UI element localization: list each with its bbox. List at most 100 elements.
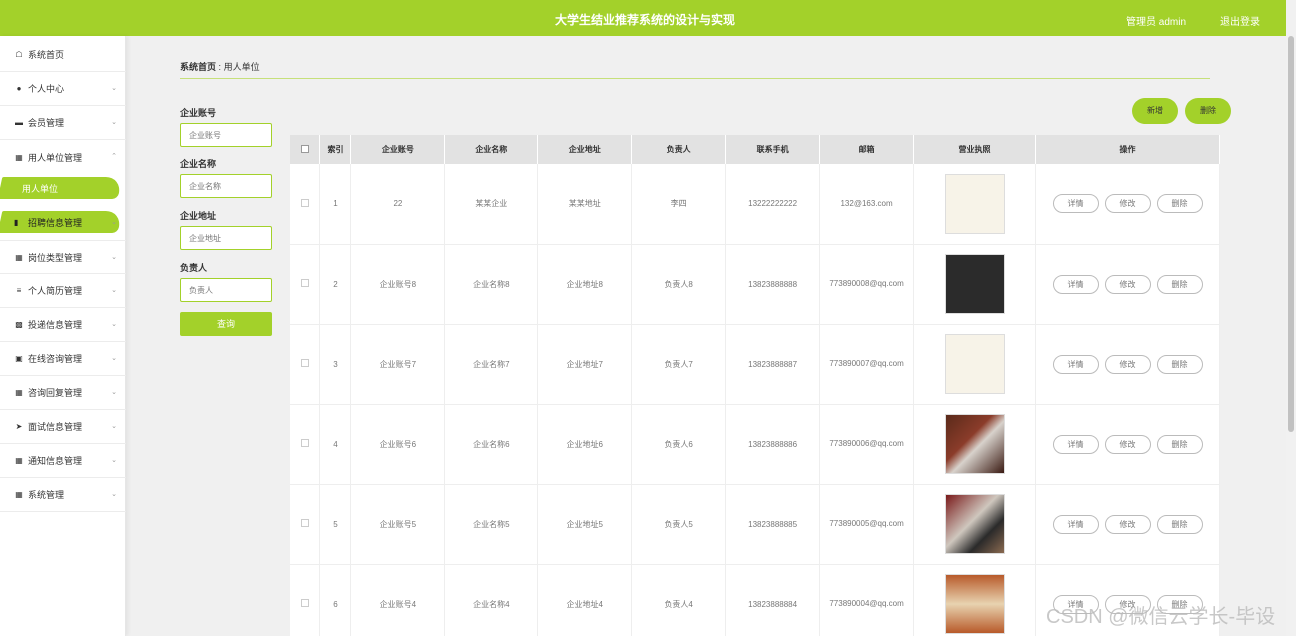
sidebar-item-label: 招聘信息管理 <box>28 217 83 228</box>
manager-input[interactable] <box>180 278 272 302</box>
cell-address: 某某地址 <box>537 164 633 245</box>
license-image[interactable] <box>944 173 1005 234</box>
detail-button[interactable]: 详情 <box>1052 274 1099 294</box>
license-image[interactable] <box>944 334 1005 394</box>
col-actions: 操作 <box>1035 135 1220 164</box>
grid-icon: ▦ <box>15 456 23 465</box>
row-checkbox[interactable] <box>300 599 309 607</box>
delete-button[interactable]: 删除 <box>1156 194 1203 214</box>
sidebar-subitem-employer[interactable]: 用人单位 <box>0 174 124 202</box>
col-account: 企业账号 <box>350 135 446 164</box>
cell-index: 3 <box>319 324 352 405</box>
row-select-cell[interactable] <box>290 244 321 325</box>
edit-button[interactable]: 修改 <box>1104 194 1151 214</box>
scrollbar-thumb[interactable] <box>1288 36 1294 432</box>
cell-manager: 负责人4 <box>631 564 727 636</box>
cell-email: 773890006@qq.com <box>819 404 915 485</box>
sidebar-item-recruitment[interactable]: ▮ 招聘信息管理 ⌄ <box>0 208 126 236</box>
delete-button[interactable]: 删除 <box>1156 434 1203 454</box>
col-manager: 负责人 <box>631 135 727 164</box>
cell-manager: 负责人8 <box>631 244 727 325</box>
breadcrumb-divider <box>180 78 1210 79</box>
cell-email: 773890004@qq.com <box>819 564 915 636</box>
page-scrollbar[interactable] <box>1286 0 1296 636</box>
row-checkbox[interactable] <box>300 359 309 367</box>
delete-button[interactable]: 删除 <box>1156 514 1203 534</box>
edit-button[interactable]: 修改 <box>1104 514 1151 534</box>
sidebar-item-label: 会员管理 <box>28 118 65 128</box>
sidebar-item-home[interactable]: ☖ 系统首页 <box>0 38 126 72</box>
chat-icon: ▬ <box>15 118 23 127</box>
license-image[interactable] <box>944 494 1005 554</box>
sidebar-item-consulting[interactable]: ▣ 在线咨询管理 ⌄ <box>0 342 126 376</box>
name-label: 企业名称 <box>180 159 217 169</box>
logout-link[interactable]: 退出登录 <box>1220 13 1260 28</box>
sidebar-item-job-types[interactable]: ▦ 岗位类型管理 ⌄ <box>0 240 126 274</box>
chevron-down-icon: ⌄ <box>111 85 117 92</box>
cell-address: 企业地址8 <box>537 244 633 325</box>
sidebar-item-employers[interactable]: ▦ 用人单位管理 ⌃ <box>0 140 126 174</box>
row-select-cell[interactable] <box>290 404 321 485</box>
cell-phone: 13823888886 <box>725 404 821 485</box>
address-input[interactable] <box>180 226 272 250</box>
cell-license <box>913 564 1036 636</box>
detail-button[interactable]: 详情 <box>1052 194 1099 214</box>
employer-table: 索引 企业账号 企业名称 企业地址 负责人 联系手机 邮箱 营业执照 操作 1 … <box>290 135 1220 636</box>
row-select-cell[interactable] <box>290 484 321 565</box>
detail-button[interactable]: 详情 <box>1052 354 1099 374</box>
sidebar-item-replies[interactable]: ▦ 咨询回复管理 ⌄ <box>0 376 126 410</box>
detail-button[interactable]: 详情 <box>1052 514 1099 534</box>
row-checkbox[interactable] <box>300 198 309 207</box>
account-input[interactable] <box>180 123 272 147</box>
cell-license <box>913 484 1036 565</box>
chevron-down-icon: ⌄ <box>111 321 117 328</box>
table-header-row: 索引 企业账号 企业名称 企业地址 负责人 联系手机 邮箱 营业执照 操作 <box>290 135 1220 164</box>
row-select-cell[interactable] <box>290 164 321 245</box>
select-all-cell[interactable] <box>290 135 321 164</box>
row-select-cell[interactable] <box>290 324 321 405</box>
cell-name: 企业名称7 <box>444 324 539 405</box>
cell-account: 22 <box>350 164 446 245</box>
sidebar-item-notices[interactable]: ▦ 通知信息管理 ⌄ <box>0 444 126 478</box>
cell-index: 1 <box>319 164 352 245</box>
sidebar-item-personal[interactable]: ● 个人中心 ⌄ <box>0 72 126 106</box>
detail-button[interactable]: 详情 <box>1052 434 1099 454</box>
chevron-down-icon: ⌄ <box>111 457 117 464</box>
breadcrumb-home[interactable]: 系统首页 <box>180 62 216 72</box>
sidebar-item-label: 用人单位 <box>22 183 59 194</box>
sidebar-item-system[interactable]: ▦ 系统管理 ⌄ <box>0 478 126 512</box>
cell-address: 企业地址4 <box>537 564 633 636</box>
sidebar-item-resumes[interactable]: ≡ 个人简历管理 ⌄ <box>0 274 126 308</box>
email-text: 773890004@qq.com <box>829 599 904 608</box>
row-checkbox[interactable] <box>300 519 309 527</box>
row-select-cell[interactable] <box>290 564 321 636</box>
row-checkbox[interactable] <box>300 439 309 447</box>
edit-button[interactable]: 修改 <box>1104 274 1151 294</box>
license-image[interactable] <box>944 574 1005 634</box>
delete-button[interactable]: 删除 <box>1156 274 1203 294</box>
row-checkbox[interactable] <box>300 279 309 287</box>
edit-button[interactable]: 修改 <box>1104 354 1151 374</box>
cell-license <box>913 404 1036 485</box>
license-image[interactable] <box>944 254 1005 314</box>
bulk-delete-button[interactable]: 删除 <box>1185 98 1231 124</box>
add-button[interactable]: 新增 <box>1132 98 1178 124</box>
delete-button[interactable]: 删除 <box>1156 354 1203 374</box>
select-all-checkbox[interactable] <box>300 144 309 153</box>
license-image[interactable] <box>944 414 1005 474</box>
sidebar-item-interviews[interactable]: ➤ 面试信息管理 ⌄ <box>0 410 126 444</box>
sidebar-item-applications[interactable]: ▩ 投递信息管理 ⌄ <box>0 308 126 342</box>
sidebar-item-label: 投递信息管理 <box>28 320 83 330</box>
breadcrumb-current: 用人单位 <box>223 62 260 72</box>
col-index: 索引 <box>319 135 352 164</box>
sidebar-item-members[interactable]: ▬ 会员管理 ⌄ <box>0 106 126 140</box>
cell-account: 企业账号8 <box>350 244 446 325</box>
sidebar-item-label: 用人单位管理 <box>28 152 83 163</box>
edit-button[interactable]: 修改 <box>1104 434 1151 454</box>
cell-manager: 李四 <box>631 164 727 245</box>
name-input[interactable] <box>180 174 272 198</box>
query-button[interactable]: 查询 <box>180 312 272 336</box>
col-phone: 联系手机 <box>725 135 821 164</box>
sliders-icon: ≡ <box>16 286 22 295</box>
chevron-down-icon: ⌄ <box>111 389 117 396</box>
